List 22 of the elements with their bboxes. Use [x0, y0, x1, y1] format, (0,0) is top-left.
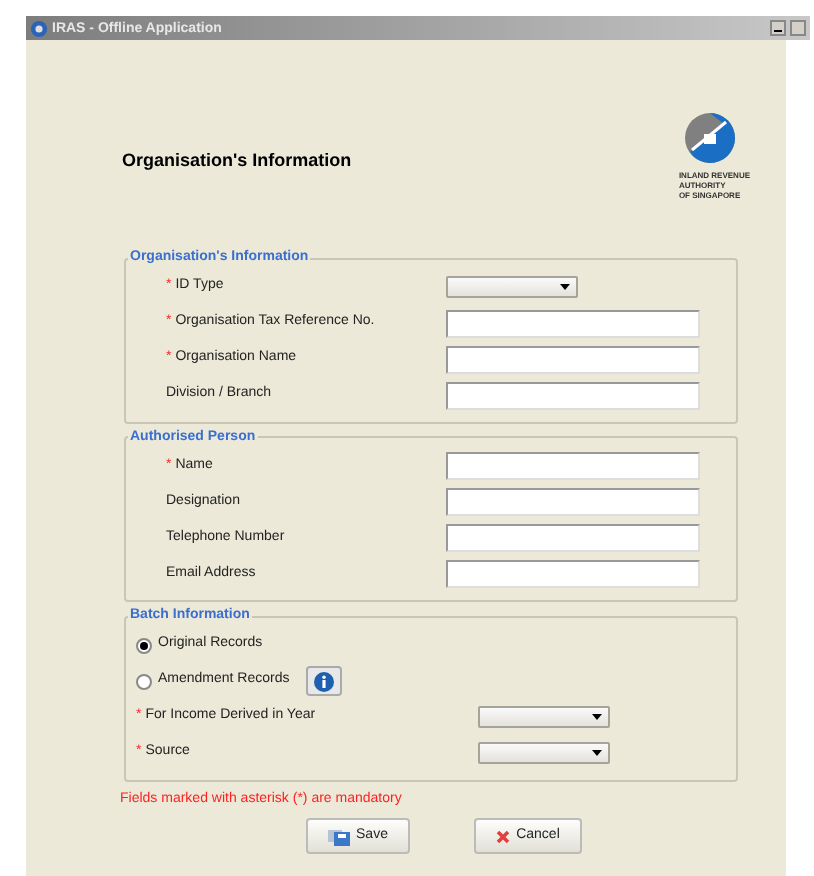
- text-field[interactable]: [446, 452, 700, 480]
- logo-icon: [684, 112, 737, 164]
- app-icon: [30, 19, 48, 37]
- dropdown[interactable]: [478, 742, 610, 764]
- dropdown[interactable]: [478, 706, 610, 728]
- info-icon: [313, 671, 334, 691]
- page-heading: Organisation's Information: [122, 148, 354, 174]
- radio-button[interactable]: [136, 637, 152, 653]
- text-field[interactable]: [446, 381, 700, 409]
- caret-icon: [592, 714, 602, 720]
- info-button[interactable]: [305, 666, 342, 696]
- text-field[interactable]: [446, 345, 700, 373]
- text-field[interactable]: [446, 309, 700, 337]
- close-icon: [496, 829, 511, 843]
- caret-icon: [592, 750, 602, 756]
- dropdown[interactable]: [446, 276, 578, 298]
- caret-icon: [560, 284, 570, 290]
- minimize-button[interactable]: [770, 20, 786, 36]
- text-field[interactable]: [446, 488, 700, 516]
- text-field[interactable]: [446, 560, 700, 588]
- radio-button[interactable]: [136, 673, 152, 689]
- text-field[interactable]: [446, 524, 700, 552]
